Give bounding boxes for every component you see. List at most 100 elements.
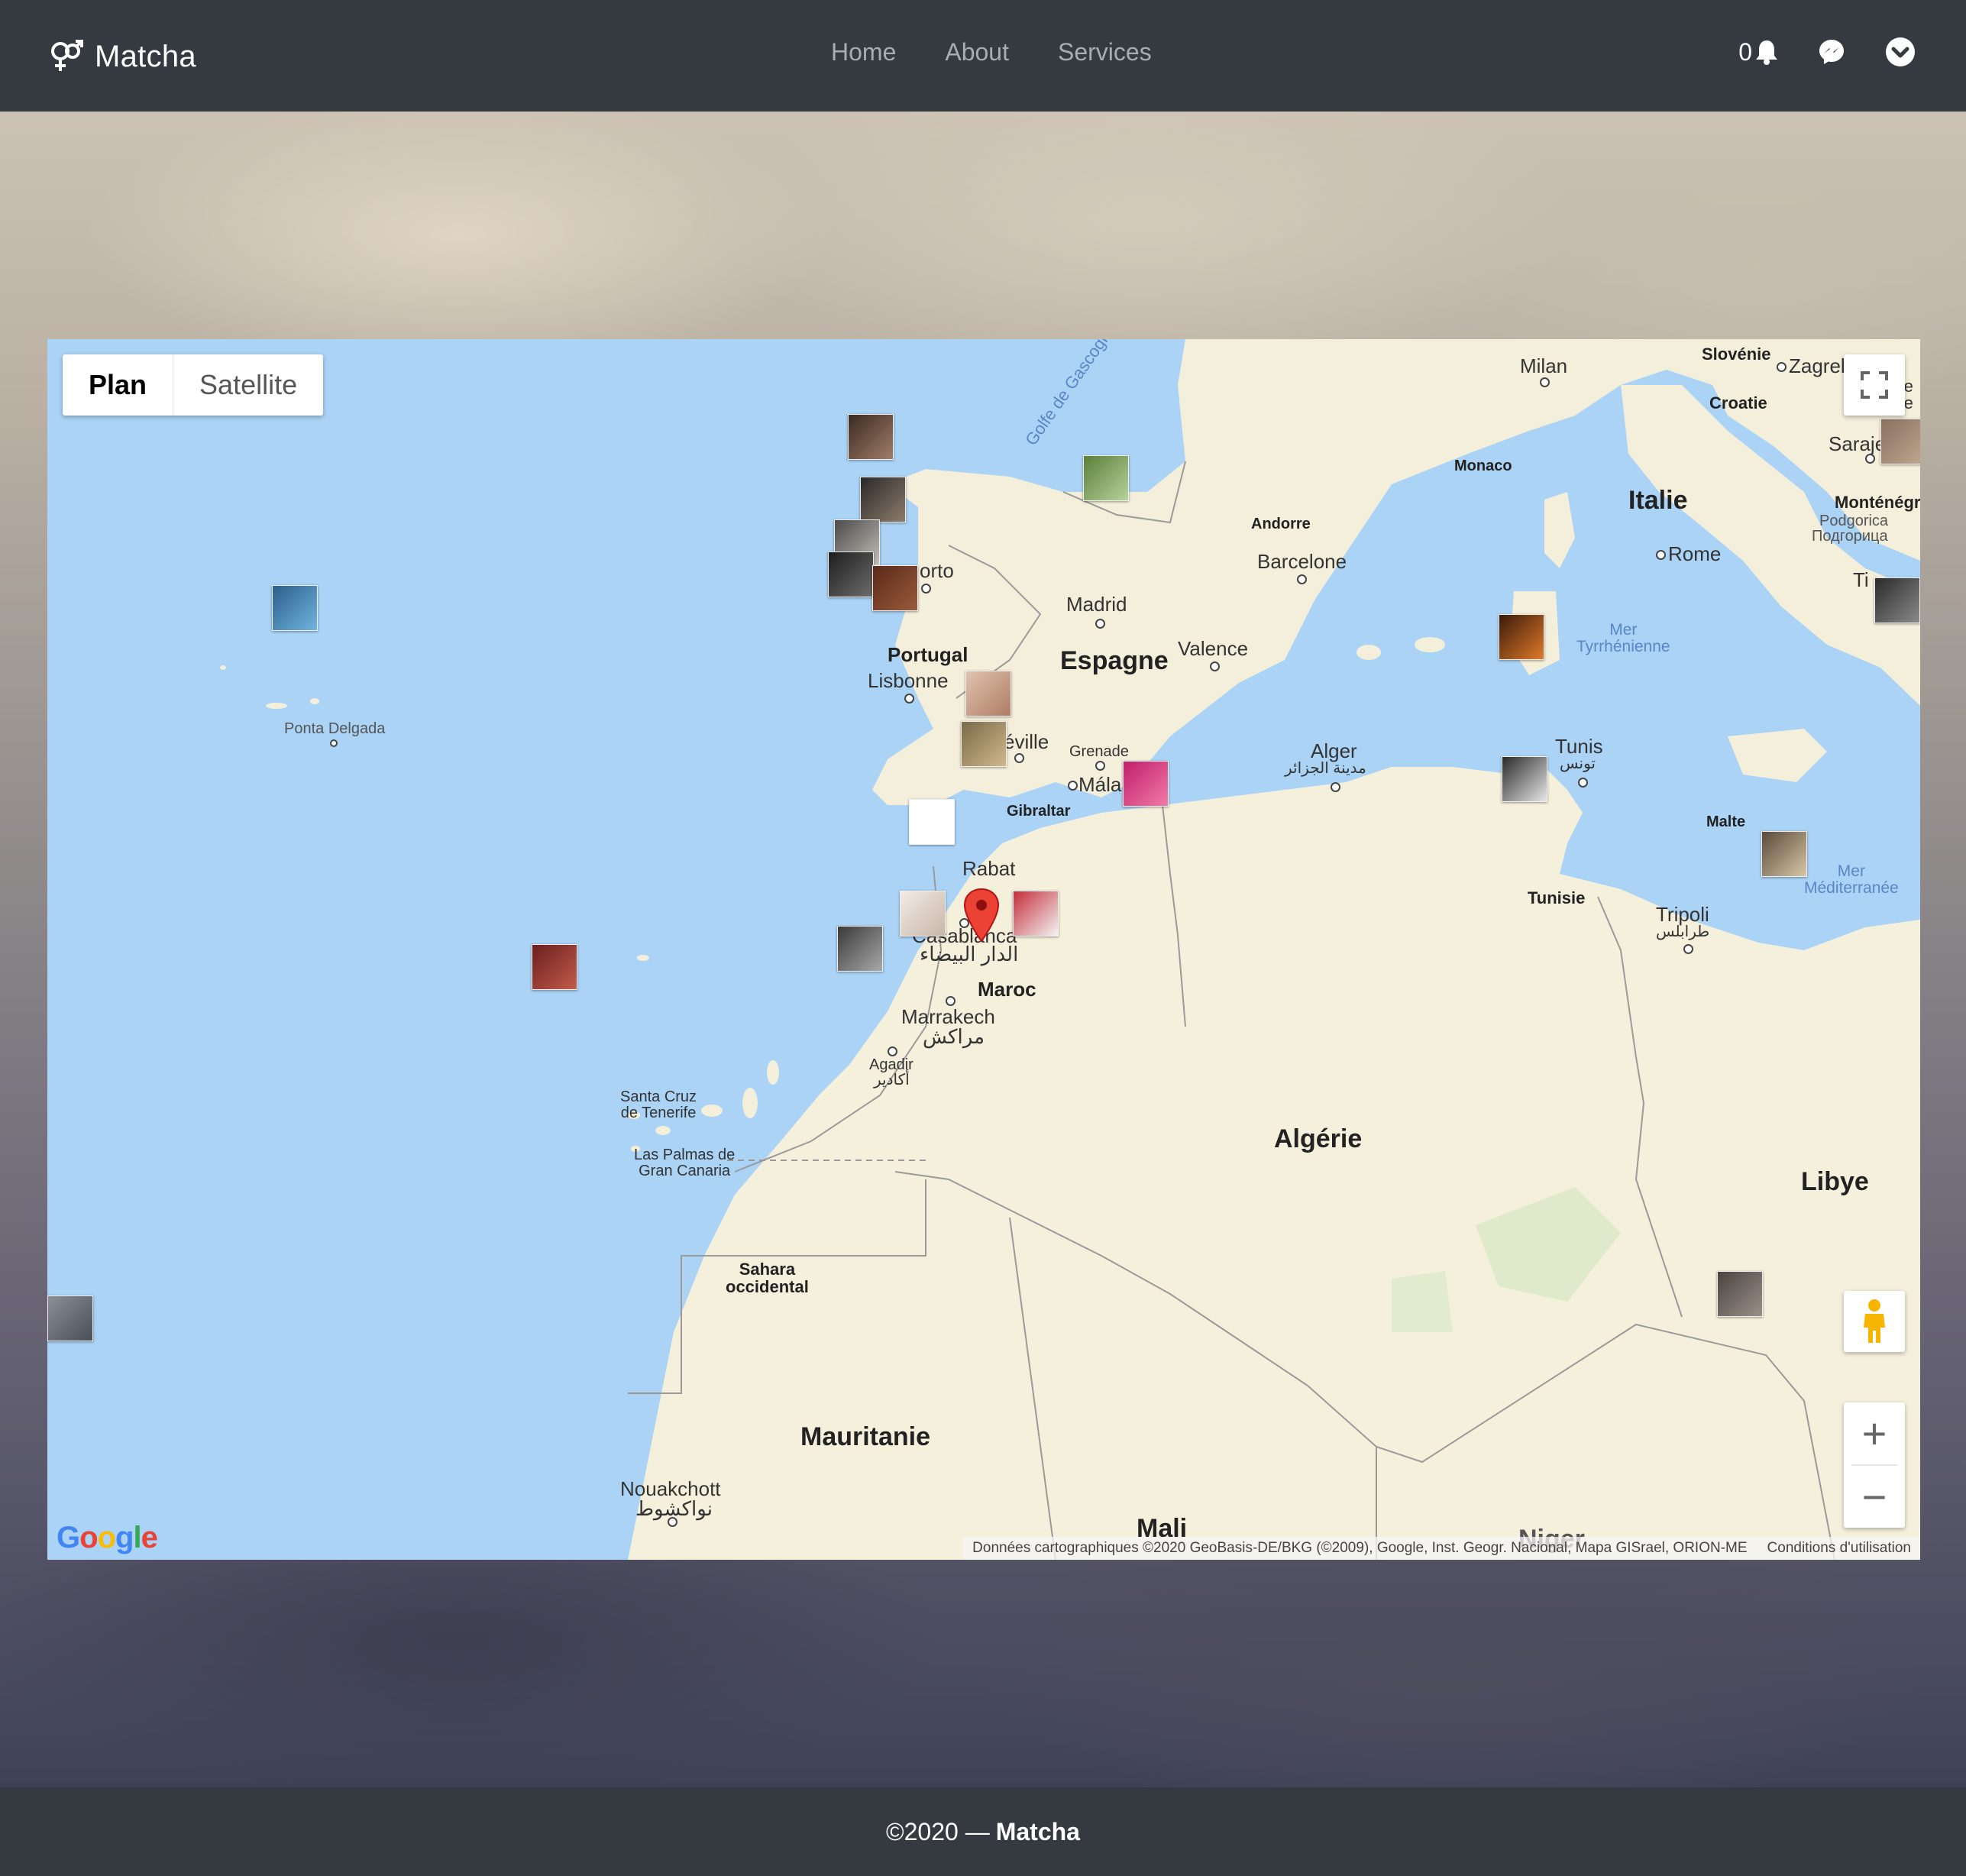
zoom-control: + −: [1844, 1402, 1905, 1528]
google-logo[interactable]: Google: [57, 1521, 158, 1555]
dot-marrakech: [946, 996, 956, 1006]
user-photo-marker[interactable]: [900, 891, 946, 936]
map-container[interactable]: Espagne Portugal Italie Maroc Algérie Li…: [47, 339, 1920, 1560]
label-milan: Milan: [1520, 354, 1568, 377]
label-tunis: Tunis: [1555, 735, 1603, 758]
map-type-plan-button[interactable]: Plan: [63, 354, 173, 416]
nav-actions: 0: [1738, 37, 1916, 67]
dot-barcelone: [1297, 574, 1307, 584]
label-portugal: Portugal: [888, 643, 968, 666]
dot-porto: [921, 584, 931, 594]
label-las-palmas-line2: Gran Canaria: [639, 1163, 731, 1179]
fullscreen-button[interactable]: [1844, 354, 1905, 416]
user-photo-marker[interactable]: [965, 671, 1011, 716]
label-espagne: Espagne: [1060, 646, 1169, 675]
label-zagreb: Zagrel: [1789, 354, 1845, 377]
user-photo-marker[interactable]: [860, 477, 906, 522]
notification-count: 0: [1738, 37, 1752, 66]
label-lisbonne: Lisbonne: [868, 669, 949, 692]
footer-brand: Matcha: [995, 1817, 1080, 1845]
label-mediterranean: Mer Méditerranée: [1804, 862, 1899, 897]
user-photo-marker[interactable]: [1083, 455, 1129, 501]
user-photo-marker[interactable]: [1502, 756, 1547, 802]
zoom-out-button[interactable]: −: [1844, 1466, 1905, 1528]
dot-alger: [1331, 782, 1340, 792]
dot-milan: [1540, 377, 1550, 387]
user-photo-marker[interactable]: [872, 565, 918, 611]
user-photo-marker[interactable]: [909, 799, 955, 845]
user-photo-marker[interactable]: [1123, 761, 1169, 807]
nav-home-link[interactable]: Home: [831, 38, 896, 66]
label-tyrrhenian-line1: Mer: [1609, 621, 1638, 639]
label-malte: Malte: [1706, 813, 1746, 830]
label-agadir: Agadir: [869, 1056, 913, 1073]
label-barcelone: Barcelone: [1257, 550, 1347, 573]
page-footer: ©2020 — Matcha: [0, 1787, 1966, 1876]
chevron-down-circle-icon[interactable]: [1885, 37, 1916, 67]
location-pin-icon[interactable]: [962, 888, 1001, 943]
user-photo-marker[interactable]: [1874, 577, 1920, 623]
zoom-in-button[interactable]: +: [1844, 1402, 1905, 1464]
nav-services-link[interactable]: Services: [1058, 38, 1152, 66]
street-view-pegman-button[interactable]: [1844, 1291, 1905, 1352]
label-croatie: Croatie: [1709, 393, 1767, 412]
user-photo-marker[interactable]: [532, 944, 577, 990]
dot-sarajevo: [1865, 454, 1875, 464]
map-type-satellite-button[interactable]: Satellite: [173, 354, 323, 416]
label-rabat: Rabat: [962, 857, 1016, 880]
label-alger-ar: مدينة الجزائر: [1285, 760, 1366, 777]
user-photo-marker[interactable]: [272, 585, 318, 631]
label-porto: orto: [920, 559, 954, 582]
fullscreen-icon: [1861, 371, 1888, 399]
label-ponta-delgada: Ponta Delgada: [284, 720, 386, 737]
brand-name: Matcha: [95, 39, 196, 73]
map-attribution: Données cartographiques ©2020 GeoBasis-D…: [963, 1537, 1920, 1560]
dot-ponta-delgada: [330, 739, 338, 747]
user-photo-marker[interactable]: [1761, 831, 1807, 877]
label-maroc: Maroc: [978, 978, 1036, 1001]
label-tenerife-line2: de Tenerife: [620, 1105, 697, 1121]
label-gibraltar: Gibraltar: [1007, 803, 1071, 820]
label-tunisie: Tunisie: [1528, 888, 1586, 907]
footer-copyright: ©2020 —: [886, 1817, 990, 1845]
user-photo-marker[interactable]: [1880, 419, 1920, 464]
label-tripoli: Tripoli: [1656, 903, 1709, 926]
dot-malaga: [1068, 781, 1078, 791]
nav-about-link[interactable]: About: [945, 38, 1009, 66]
terms-link[interactable]: Conditions d'utilisation: [1767, 1540, 1911, 1557]
label-andorre: Andorre: [1251, 516, 1311, 532]
top-navbar: Matcha Home About Services 0: [0, 0, 1966, 113]
pegman-icon: [1864, 1299, 1885, 1343]
dot-tripoli: [1683, 944, 1693, 954]
label-agadir-ar: أكادير: [874, 1072, 910, 1088]
user-photo-marker[interactable]: [1013, 891, 1059, 936]
label-tripoli-ar: طرابلس: [1656, 923, 1710, 940]
label-tyrrhenian-line2: Tyrrhénienne: [1576, 638, 1670, 656]
notifications-button[interactable]: 0: [1738, 38, 1778, 66]
label-slovenie: Slovénie: [1702, 344, 1771, 364]
label-tirana: Ti: [1853, 568, 1869, 591]
label-tunis-ar: تونس: [1560, 755, 1596, 772]
user-photo-marker[interactable]: [848, 414, 894, 460]
label-sahara-line2: occidental: [726, 1277, 809, 1297]
dot-madrid: [1095, 619, 1105, 629]
label-casablanca-ar: الدار البيضاء: [920, 943, 1019, 965]
dot-tunis: [1578, 778, 1588, 788]
user-photo-marker[interactable]: [961, 721, 1007, 767]
user-photo-marker[interactable]: [1717, 1271, 1763, 1317]
label-sahara-line1: Sahara: [739, 1260, 796, 1279]
label-mediterranean-line1: Mer: [1837, 862, 1865, 880]
messenger-icon[interactable]: [1818, 38, 1845, 66]
user-photo-marker[interactable]: [828, 551, 874, 597]
user-photo-marker[interactable]: [837, 926, 883, 972]
bell-icon: [1755, 39, 1778, 65]
label-tenerife-line1: Santa Cruz: [620, 1088, 697, 1105]
user-photo-marker[interactable]: [47, 1295, 93, 1341]
nav-links: Home About Services: [831, 38, 1152, 66]
label-valence: Valence: [1178, 637, 1249, 660]
label-podgorica: Podgorica: [1819, 513, 1889, 529]
label-sarajevo: Saraje: [1829, 432, 1887, 455]
dot-grenade: [1095, 761, 1105, 771]
brand-link[interactable]: Matcha: [49, 35, 196, 78]
user-photo-marker[interactable]: [1499, 614, 1544, 660]
